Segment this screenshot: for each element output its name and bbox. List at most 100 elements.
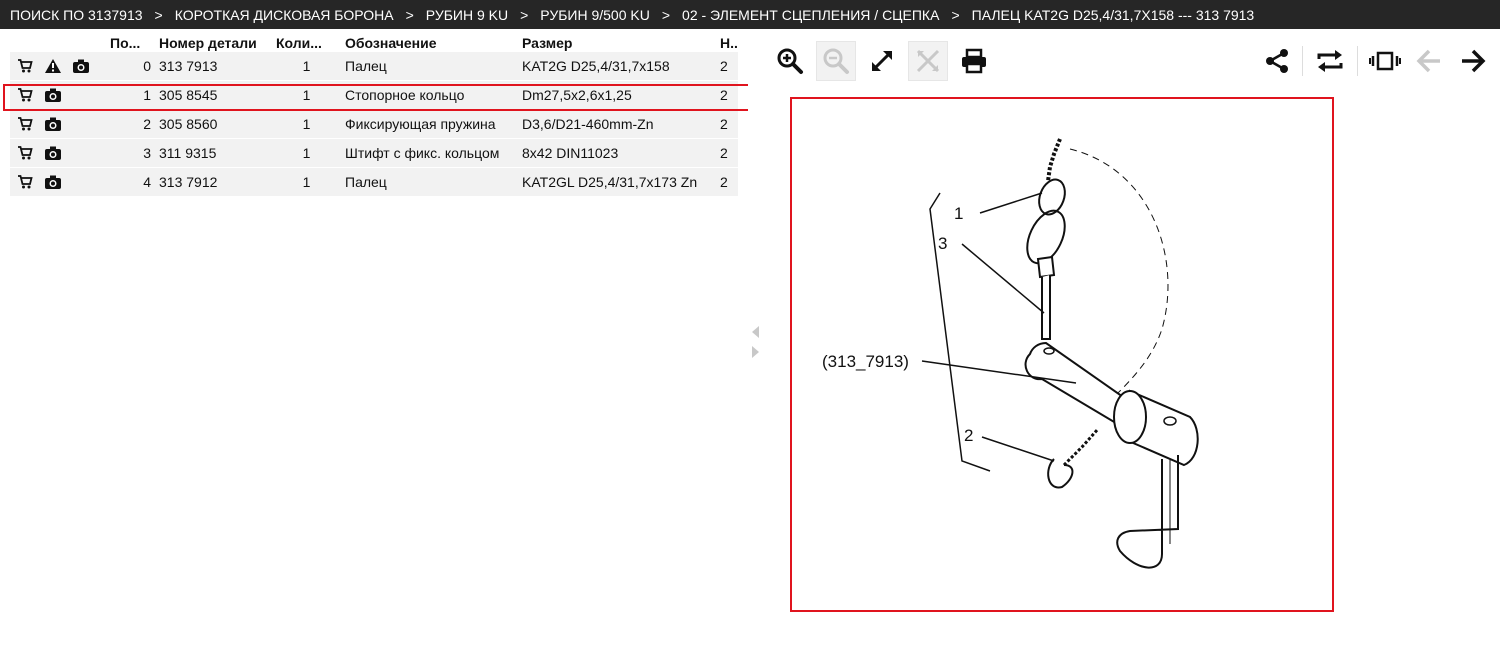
toolbar-divider	[1302, 46, 1303, 76]
print-icon	[962, 48, 986, 74]
camera-icon[interactable]	[72, 57, 90, 75]
drawing-actions-toolbar	[1262, 41, 1490, 81]
cell-quantity: 1	[272, 109, 341, 139]
locking-pin	[1036, 255, 1056, 279]
cart-icon[interactable]	[16, 144, 34, 162]
fullscreen-button[interactable]	[862, 41, 902, 81]
leader-1	[979, 192, 1043, 214]
header-position[interactable]: По...	[106, 34, 155, 52]
arrow-left-icon	[1416, 49, 1440, 73]
dashed-guide	[1069, 148, 1169, 400]
swap-icon	[1317, 50, 1343, 72]
callout-1: 1	[954, 204, 963, 223]
row-actions	[10, 138, 106, 168]
zoom-in-button[interactable]	[770, 41, 810, 81]
breadcrumb-separator: >	[661, 6, 671, 23]
swap-button[interactable]	[1313, 41, 1347, 81]
breadcrumb-item-model[interactable]: РУБИН 9 KU	[426, 7, 508, 23]
camera-icon[interactable]	[44, 86, 62, 104]
cell-n: 2	[716, 167, 738, 197]
camera-icon[interactable]	[44, 144, 62, 162]
cell-position: 3	[106, 138, 155, 168]
breadcrumb-item-assembly[interactable]: 02 - ЭЛЕМЕНТ СЦЕПЛЕНИЯ / СЦЕПКА	[682, 7, 939, 23]
toolbar-divider	[1357, 46, 1358, 76]
part-drawing: 1 3 (313_7913) 2	[790, 97, 1334, 612]
cell-position: 0	[106, 52, 155, 81]
cart-icon[interactable]	[16, 57, 34, 75]
collapse-left-icon[interactable]	[752, 326, 759, 338]
breadcrumb-item-search[interactable]: ПОИСК ПО 3137913	[10, 7, 143, 23]
row-action-icons	[14, 173, 102, 191]
share-icon	[1266, 49, 1288, 73]
share-button[interactable]	[1262, 41, 1292, 81]
cell-part-number: 311 9315	[155, 138, 272, 168]
shrink-icon	[916, 49, 940, 73]
top-chain	[1046, 138, 1062, 182]
header-n[interactable]: Н...	[716, 34, 738, 52]
cell-designation: Палец	[341, 167, 518, 197]
zoom-out-icon	[823, 48, 849, 74]
row-actions	[10, 109, 106, 139]
row-action-icons	[14, 86, 102, 104]
cell-size: D3,6/D21-460mm-Zn	[518, 109, 716, 139]
cell-part-number: 305 8560	[155, 109, 272, 139]
leader-2	[981, 436, 1055, 462]
cell-n: 2	[716, 109, 738, 139]
table-row[interactable]: 2 305 8560 1 Фиксирующая пружина D3,6/D21-46…	[10, 109, 738, 139]
breadcrumb-item-variant[interactable]: РУБИН 9/500 KU	[540, 7, 650, 23]
parts-list-panel: По... Номер детали Коли... Обозначение Р…	[0, 29, 763, 651]
locking-pin-shaft	[1041, 275, 1051, 340]
exploded-view-diagram: 1 3 (313_7913) 2	[822, 138, 1199, 569]
breadcrumb-separator: >	[520, 6, 529, 23]
cart-icon[interactable]	[16, 115, 34, 133]
cell-n: 2	[716, 80, 738, 110]
header-part-number[interactable]: Номер детали	[155, 34, 272, 52]
panel-splitter[interactable]	[748, 29, 766, 651]
cart-icon[interactable]	[16, 86, 34, 104]
zoom-out-button[interactable]	[816, 41, 856, 81]
camera-icon[interactable]	[44, 173, 62, 191]
cell-n: 2	[716, 138, 738, 168]
breadcrumb-item-part: ПАЛЕЦ KAT2G D25,4/31,7X158 --- 313 7913	[971, 6, 1255, 23]
spring-chain	[1062, 428, 1100, 467]
cell-quantity: 1	[272, 167, 341, 197]
breadcrumb-separator: >	[405, 6, 414, 23]
cell-size: KAT2GL D25,4/31,7x173 Zn	[518, 167, 716, 197]
retaining-spring	[1047, 458, 1074, 489]
table-row[interactable]: 0 313 7913 1 Палец KAT2G D25,4/31,7x158 2	[10, 52, 738, 81]
camera-icon[interactable]	[44, 115, 62, 133]
cell-quantity: 1	[272, 52, 341, 81]
cell-position: 2	[106, 109, 155, 139]
pin-handle	[1116, 455, 1179, 569]
header-designation[interactable]: Обозначение	[341, 34, 518, 52]
cell-designation: Палец	[341, 52, 518, 81]
breadcrumb-item-harrow[interactable]: КОРОТКАЯ ДИСКОВАЯ БОРОНА	[175, 7, 394, 23]
header-quantity[interactable]: Коли...	[272, 34, 341, 52]
table-row[interactable]: 3 311 9315 1 Штифт с фикс. кольцом 8x42 DIN1…	[10, 138, 738, 168]
warning-icon[interactable]	[44, 57, 62, 75]
cart-icon[interactable]	[16, 173, 34, 191]
previous-button[interactable]	[1412, 41, 1446, 81]
print-button[interactable]	[954, 41, 994, 81]
row-actions	[10, 52, 106, 81]
callout-2: 2	[964, 426, 973, 445]
collar-end	[1113, 390, 1147, 444]
cell-designation: Стопорное кольцо	[341, 80, 518, 110]
cell-position: 4	[106, 167, 155, 197]
header-size[interactable]: Размер	[518, 34, 716, 52]
cell-position: 1	[106, 80, 155, 110]
row-action-icons	[14, 144, 102, 162]
cell-n: 2	[716, 52, 738, 81]
breadcrumb-separator: >	[154, 6, 163, 23]
leader-3	[961, 243, 1045, 314]
cell-part-number: 313 7913	[155, 52, 272, 81]
table-row[interactable]: 4 313 7912 1 Палец KAT2GL D25,4/31,7x173 Zn 2	[10, 167, 738, 197]
zoom-in-icon	[777, 48, 803, 74]
cell-size: 8x42 DIN11023	[518, 138, 716, 168]
expand-right-icon[interactable]	[752, 346, 759, 358]
next-button[interactable]	[1456, 41, 1490, 81]
exit-fullscreen-button[interactable]	[908, 41, 948, 81]
table-row[interactable]: 1 305 8545 1 Стопорное кольцо Dm27,5x2,6x1,2…	[10, 80, 738, 110]
carousel-button[interactable]	[1368, 41, 1402, 81]
callout-main: (313_7913)	[822, 352, 909, 371]
